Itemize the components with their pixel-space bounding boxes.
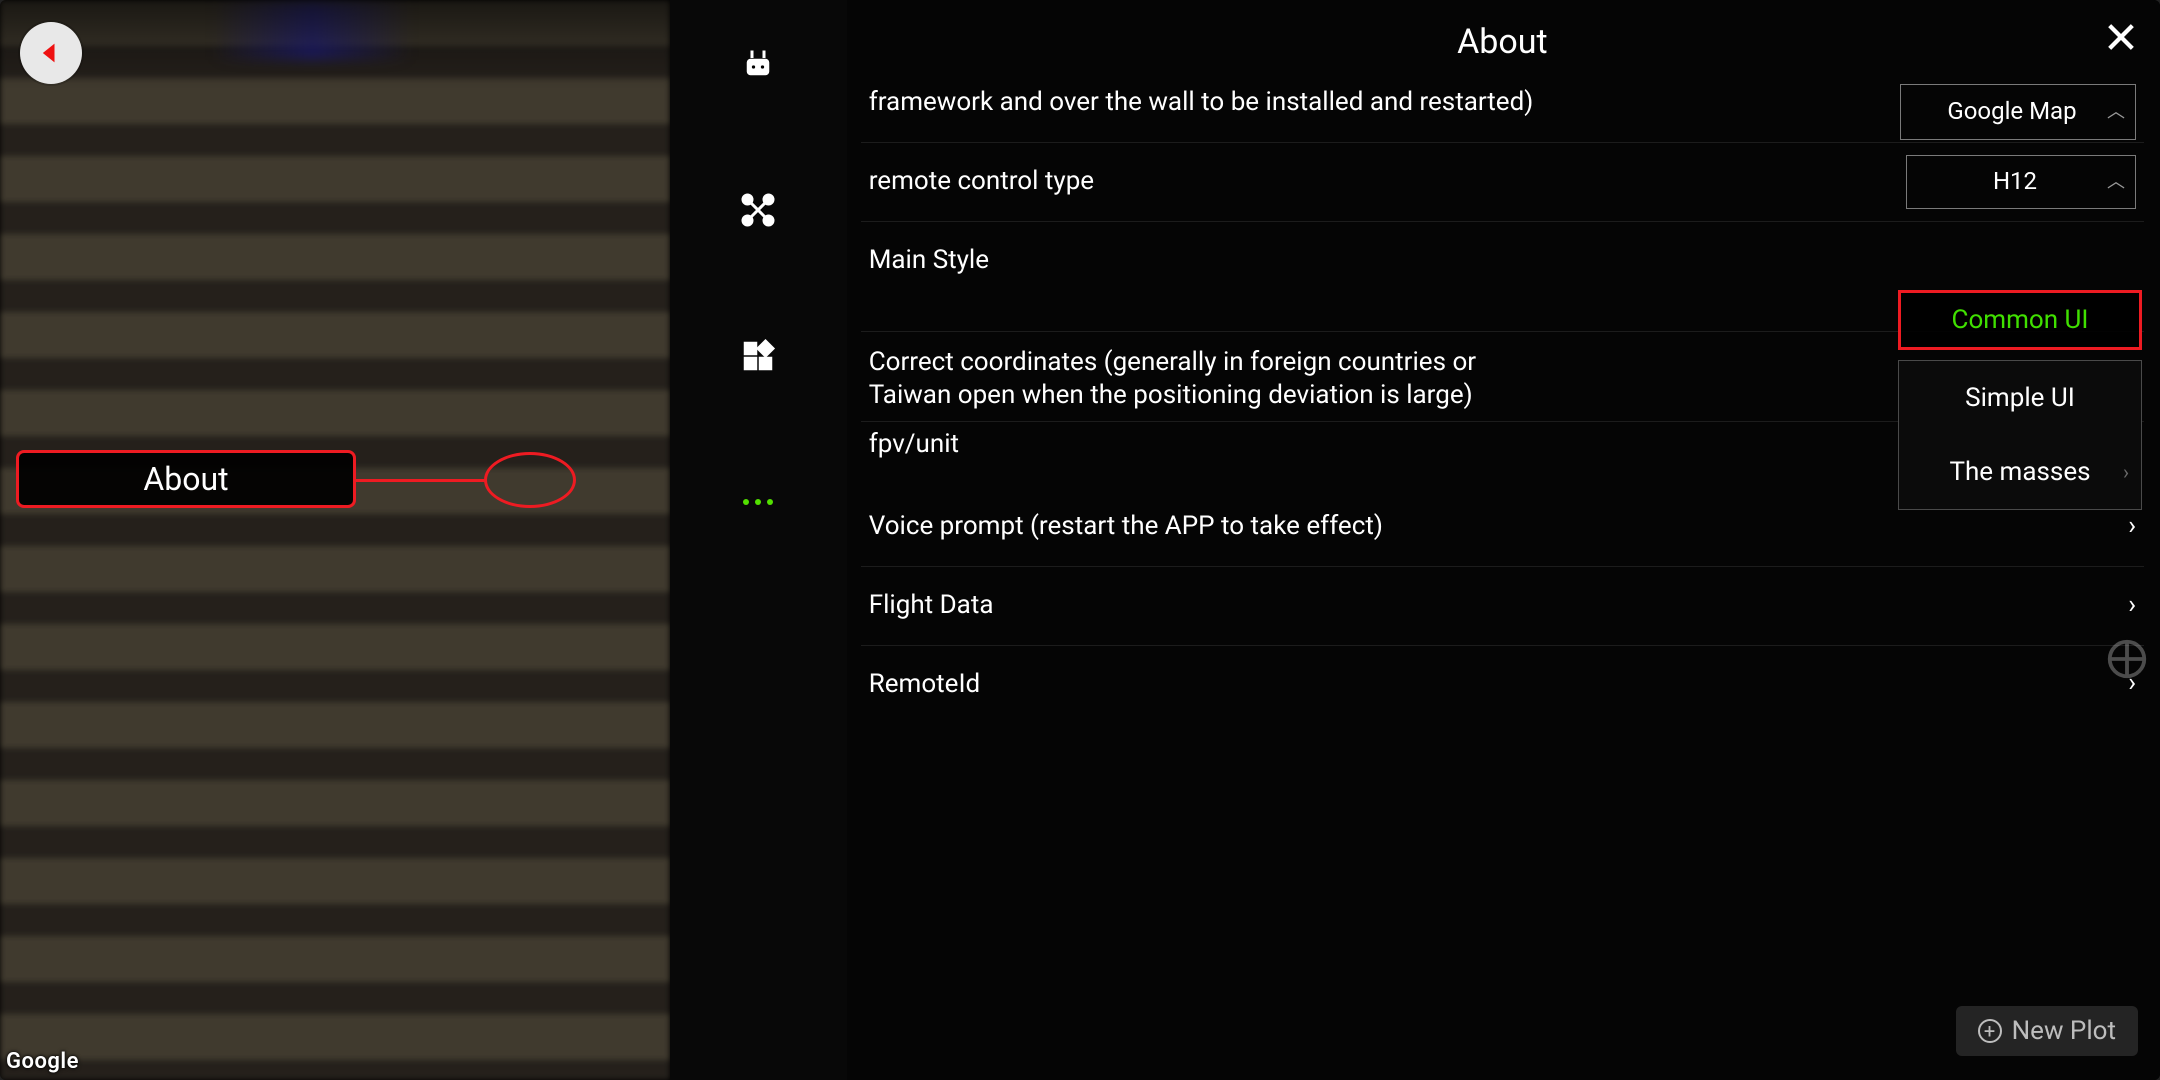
chevron-right-icon: › (2128, 510, 2136, 544)
setting-map-provider: framework and over the wall to be instal… (861, 82, 2144, 143)
robot-icon[interactable] (738, 44, 778, 84)
chevron-up-icon: ︿ (2107, 170, 2125, 193)
setting-remote-id[interactable]: RemoteId › (861, 646, 2144, 724)
setting-label: Main Style (869, 244, 989, 278)
remote-type-value: H12 (1993, 166, 2037, 197)
annotation-ellipsis-highlight (484, 452, 576, 508)
chevron-up-icon: ︿ (2107, 100, 2125, 123)
about-panel: About framework and over the wall to be … (847, 0, 2160, 1080)
main-style-options-list: Simple UI The masses › (1898, 360, 2142, 510)
option-label: Simple UI (1965, 383, 2075, 413)
app-screen: { "map": { "attribution": "Google" }, "b… (0, 0, 2160, 1080)
close-button[interactable] (2100, 16, 2142, 58)
main-style-selected[interactable]: Common UI (1898, 290, 2142, 350)
chevron-right-icon: › (2123, 460, 2129, 484)
map-attribution: Google (6, 1049, 79, 1074)
panel-title-bar: About (861, 0, 2144, 82)
annotation-connector-line (356, 479, 486, 482)
settings-category-rail (670, 0, 847, 1080)
remote-type-select[interactable]: H12 ︿ (1906, 155, 2136, 209)
setting-flight-data[interactable]: Flight Data › (861, 567, 2144, 646)
panel-title: About (1457, 22, 1548, 62)
main-style-selected-value: Common UI (1952, 305, 2089, 335)
new-plot-label: New Plot (2012, 1016, 2116, 1046)
setting-label: Correct coordinates (generally in foreig… (869, 346, 1549, 414)
setting-label: remote control type (869, 165, 1094, 199)
apps-icon[interactable] (738, 336, 778, 376)
compass-icon (2104, 636, 2150, 682)
setting-label: Flight Data (869, 589, 994, 623)
option-label: The masses (1949, 457, 2090, 487)
main-style-dropdown: Common UI Simple UI The masses › (1898, 290, 2142, 510)
chevron-right-icon: › (2128, 589, 2136, 623)
new-plot-button[interactable]: + New Plot (1956, 1006, 2138, 1056)
map-provider-value: Google Map (1947, 96, 2076, 127)
annotation-about-label: About (16, 450, 356, 508)
annotation-about-text: About (143, 460, 228, 498)
setting-remote-type: remote control type H12 ︿ (861, 143, 2144, 222)
main-style-option-masses[interactable]: The masses › (1899, 435, 2141, 509)
drone-icon[interactable] (738, 190, 778, 230)
more-icon[interactable] (738, 482, 778, 522)
main-style-option-simple[interactable]: Simple UI (1899, 361, 2141, 435)
map-provider-select[interactable]: Google Map ︿ (1900, 84, 2136, 140)
setting-label: Voice prompt (restart the APP to take ef… (869, 510, 1383, 544)
setting-label: fpv/unit (869, 428, 959, 462)
setting-label: RemoteId (869, 668, 980, 702)
plus-icon: + (1978, 1019, 2002, 1043)
close-icon (2104, 20, 2138, 54)
map-top-gradient (0, 0, 670, 90)
back-button[interactable] (20, 22, 82, 84)
back-arrow-icon (37, 39, 65, 67)
map-background[interactable] (0, 0, 670, 1080)
setting-label: framework and over the wall to be instal… (869, 86, 1534, 120)
